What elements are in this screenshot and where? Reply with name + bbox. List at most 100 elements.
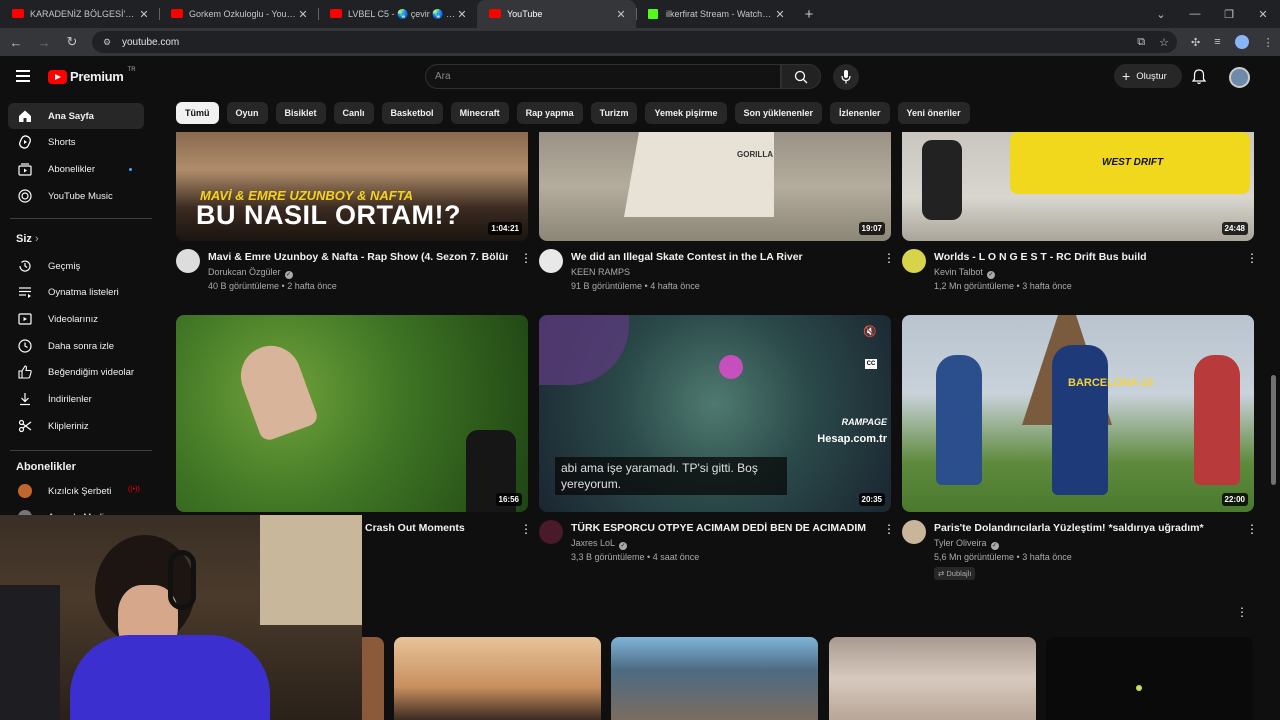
channel-avatar[interactable] [539, 249, 563, 273]
extensions-icon[interactable]: ✣ [1191, 36, 1200, 49]
chip[interactable]: Yeni öneriler [897, 102, 970, 124]
channel-avatar[interactable] [539, 520, 563, 544]
video-thumbnail[interactable]: 16:56 [176, 315, 528, 512]
chip[interactable]: Turizm [590, 102, 638, 124]
chip[interactable]: Rap yapma [516, 102, 583, 124]
sidebar-item-youtube-music[interactable]: YouTube Music [8, 183, 144, 209]
install-icon[interactable]: ⧉ [1137, 36, 1145, 49]
site-info-icon[interactable]: ⚙ [100, 35, 114, 49]
close-icon[interactable]: ✕ [296, 8, 310, 21]
user-avatar[interactable] [1229, 67, 1250, 88]
browser-tab[interactable]: LVBEL C5 - 🌏 çevir 🌏 - YouT✕ [318, 0, 477, 28]
chip[interactable]: Minecraft [450, 102, 509, 124]
sidebar-item-history[interactable]: Geçmiş [8, 253, 144, 279]
browser-menu-icon[interactable]: ⋮ [1263, 36, 1274, 49]
more-options-icon[interactable]: ⋮ [883, 523, 895, 535]
sidebar-item-shorts[interactable]: Shorts [8, 129, 144, 155]
channel-name[interactable]: Kevin Talbot ✓ [934, 267, 995, 279]
chip[interactable]: İzlenenler [830, 102, 890, 124]
url-text: youtube.com [122, 36, 180, 48]
kitchen-background-shape [260, 515, 362, 625]
video-thumbnail[interactable]: GORILLA 19:07 [539, 132, 891, 241]
chip-all[interactable]: Tümü [176, 102, 219, 124]
page-scrollbar[interactable] [1271, 375, 1276, 485]
voice-search-button[interactable] [833, 64, 859, 90]
chip[interactable]: Oyun [226, 102, 268, 124]
video-title[interactable]: We did an Illegal Skate Contest in the L… [571, 251, 871, 263]
channel-name[interactable]: Dorukcan Özgüler ✓ [208, 267, 293, 279]
channel-name[interactable]: Jaxres LoL ✓ [571, 538, 628, 550]
reload-icon[interactable]: ↻ [60, 30, 84, 54]
sidebar-item-subscriptions[interactable]: Abonelikler [8, 156, 144, 182]
browser-tab[interactable]: ilkerfirat Stream - Watch Live o✕ [636, 0, 795, 28]
back-icon[interactable]: ← [4, 30, 28, 54]
chip[interactable]: Son yüklenenler [734, 102, 823, 124]
chip[interactable]: Basketbol [381, 102, 443, 124]
close-icon[interactable]: ✕ [137, 8, 151, 21]
short-thumbnail[interactable] [362, 637, 384, 720]
more-options-icon[interactable]: ⋮ [520, 523, 532, 535]
close-icon[interactable]: ✕ [773, 8, 787, 21]
logo-country: TR [127, 66, 136, 73]
upload-age: 3 hafta önce [1022, 281, 1072, 291]
search-input[interactable]: Ara [425, 64, 781, 89]
sidebar-item-clips[interactable]: Klipleriniz [8, 413, 144, 439]
video-title[interactable]: Worlds - L O N G E S T - RC Drift Bus bu… [934, 251, 1234, 263]
chip[interactable]: Canlı [333, 102, 374, 124]
chip[interactable]: Yemek pişirme [645, 102, 727, 124]
more-options-icon[interactable]: ⋮ [520, 252, 532, 264]
search-button[interactable] [781, 64, 821, 89]
video-thumbnail[interactable]: WEST DRIFT 24:48 [902, 132, 1254, 241]
sidebar-item-home[interactable]: Ana Sayfa [8, 103, 144, 129]
more-options-icon[interactable]: ⋮ [883, 252, 895, 264]
close-icon[interactable]: ✕ [614, 8, 628, 21]
browser-tab-active[interactable]: YouTube ✕ [477, 0, 636, 28]
menu-icon[interactable] [16, 70, 30, 82]
video-thumbnail[interactable]: MAVİ & EMRE UZUNBOY & NAFTA BU NASIL ORT… [176, 132, 528, 241]
sidebar-item-liked-videos[interactable]: Beğendiğim videolar [8, 359, 144, 385]
sidebar-item-playlists[interactable]: Oynatma listeleri [8, 279, 144, 305]
tab-search-icon[interactable]: ⌄ [1144, 0, 1178, 28]
you-section-heading[interactable]: Siz › [16, 233, 39, 245]
channel-name[interactable]: KEEN RAMPS [571, 267, 630, 277]
video-preview-player[interactable]: 🔇 CC RAMPAGE Hesap.com.tr abi ama işe ya… [539, 315, 891, 512]
browser-tab[interactable]: KARADENİZ BÖLGESİ'NİN EN D✕ [0, 0, 159, 28]
muted-icon[interactable]: 🔇 [863, 325, 877, 338]
video-title[interactable]: TÜRK ESPORCU OTPYE ACIMAM DEDİ BEN DE AC… [571, 522, 871, 534]
channel-avatar[interactable] [176, 249, 200, 273]
video-title[interactable]: Paris'te Dolandırıcılarla Yüzleştim! *sa… [934, 522, 1234, 534]
short-thumbnail[interactable] [611, 637, 818, 720]
browser-tab[interactable]: Gorkem Ozkuloglu - YouTube ✕ [159, 0, 318, 28]
captions-icon[interactable]: CC [865, 359, 877, 369]
notifications-button[interactable] [1191, 69, 1207, 90]
media-icon[interactable]: ≡ [1214, 36, 1220, 48]
chip[interactable]: Bisiklet [275, 102, 326, 124]
sidebar-item-watch-later[interactable]: Daha sonra izle [8, 333, 144, 359]
video-title[interactable]: Crash Out Moments [365, 522, 505, 534]
video-title[interactable]: Mavi & Emre Uzunboy & Nafta - Rap Show (… [208, 251, 508, 263]
more-options-icon[interactable]: ⋮ [1246, 523, 1258, 535]
more-options-icon[interactable]: ⋮ [1246, 252, 1258, 264]
omnibox[interactable]: ⚙ youtube.com ⧉ ☆ [92, 31, 1177, 53]
channel-avatar[interactable] [902, 520, 926, 544]
forward-icon[interactable]: → [32, 30, 56, 54]
maximize-icon[interactable]: ❐ [1212, 0, 1246, 28]
close-window-icon[interactable]: ✕ [1246, 0, 1280, 28]
channel-name[interactable]: Tyler Oliveira ✓ [934, 538, 999, 550]
short-thumbnail[interactable] [1046, 637, 1253, 720]
bookmark-star-icon[interactable]: ☆ [1159, 36, 1169, 49]
short-thumbnail[interactable] [394, 637, 601, 720]
shelf-more-options-icon[interactable]: ⋮ [1236, 605, 1248, 619]
close-icon[interactable]: ✕ [455, 8, 469, 21]
sidebar-item-your-videos[interactable]: Videolarınız [8, 306, 144, 332]
minimize-icon[interactable]: — [1178, 0, 1212, 28]
profile-avatar[interactable] [1234, 35, 1249, 49]
youtube-logo[interactable]: Premium TR [48, 66, 136, 84]
create-button[interactable]: + Oluştur [1114, 64, 1182, 88]
channel-avatar[interactable] [902, 249, 926, 273]
new-tab-button[interactable]: + [795, 0, 823, 28]
subscription-channel[interactable]: Kızılcık Şerbeti ((•)) [8, 478, 144, 504]
sidebar-item-downloads[interactable]: İndirilenler [8, 386, 144, 412]
short-thumbnail[interactable] [829, 637, 1036, 720]
video-thumbnail[interactable]: BARCELONA 10 22:00 [902, 315, 1254, 512]
